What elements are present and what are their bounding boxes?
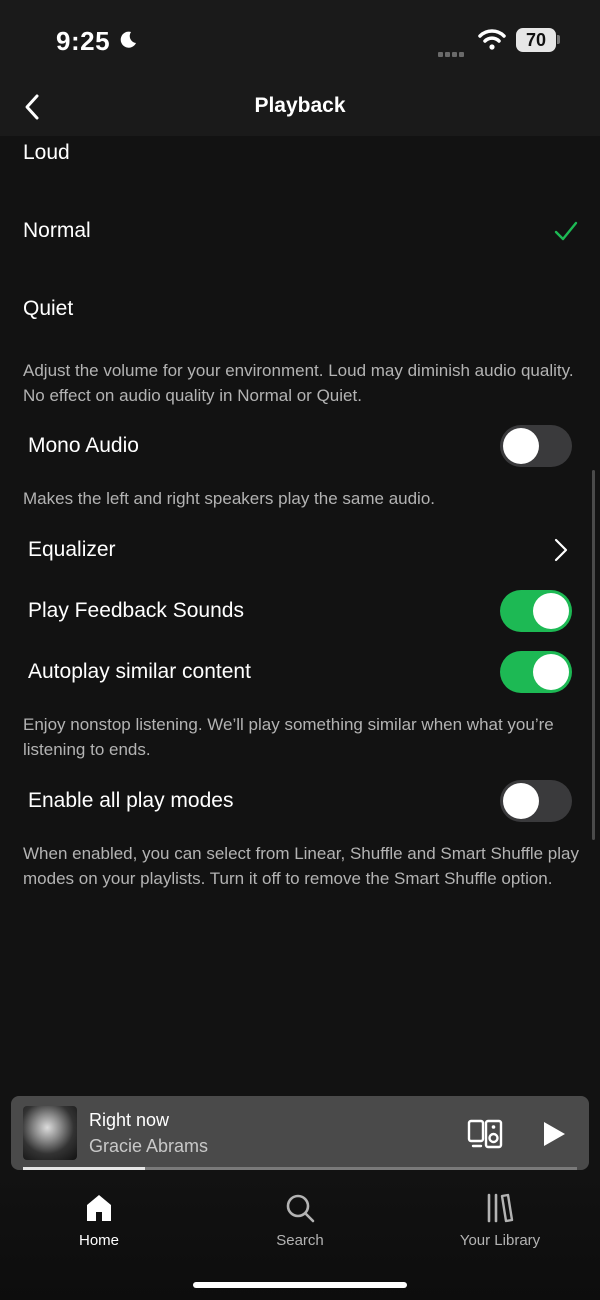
moon-icon xyxy=(120,31,136,48)
mini-player[interactable]: Right now Gracie Abrams xyxy=(11,1096,589,1170)
status-time: 9:25 xyxy=(56,26,111,56)
toggle-knob xyxy=(533,654,569,690)
autoplay-description: Enjoy nonstop listening. We’ll play some… xyxy=(23,715,554,759)
toggle-knob xyxy=(533,593,569,629)
toggle-knob xyxy=(503,428,539,464)
nav-library[interactable]: Your Library xyxy=(420,1192,580,1249)
album-art xyxy=(23,1106,77,1160)
play-modes-label: Enable all play modes xyxy=(28,789,234,812)
wifi-icon xyxy=(478,29,506,50)
nav-home-label: Home xyxy=(78,1232,119,1249)
nav-search[interactable]: Search xyxy=(220,1192,380,1249)
play-modes-toggle[interactable] xyxy=(500,780,572,822)
autoplay-toggle[interactable] xyxy=(500,651,572,693)
toggle-knob xyxy=(503,783,539,819)
header: Playback xyxy=(0,80,600,136)
play-modes-description: When enabled, you can select from Linear… xyxy=(23,844,579,888)
track-artist: Gracie Abrams xyxy=(89,1136,209,1156)
chevron-right-icon[interactable] xyxy=(552,538,570,562)
battery-indicator: 70 xyxy=(516,28,556,52)
cellular-signal-icon xyxy=(438,44,466,62)
bottom-nav: Home Search Your Library xyxy=(0,1170,600,1300)
feedback-sounds-label: Play Feedback Sounds xyxy=(28,599,244,622)
checkmark-icon xyxy=(554,221,578,241)
nav-home[interactable]: Home xyxy=(19,1192,179,1249)
play-icon[interactable] xyxy=(541,1120,567,1148)
volume-option-normal[interactable]: Normal xyxy=(23,219,91,243)
volume-option-loud[interactable]: Loud xyxy=(23,141,70,165)
home-icon xyxy=(87,1195,111,1221)
mono-audio-toggle[interactable] xyxy=(500,425,572,467)
nav-search-label: Search xyxy=(276,1232,324,1249)
volume-description: Adjust the volume for your environment. … xyxy=(23,361,574,405)
search-icon xyxy=(286,1194,315,1223)
mono-audio-description: Makes the left and right speakers play t… xyxy=(23,489,436,508)
autoplay-label: Autoplay similar content xyxy=(28,660,251,683)
feedback-sounds-toggle[interactable] xyxy=(500,590,572,632)
track-title: Right now xyxy=(89,1110,170,1130)
battery-nub xyxy=(557,35,560,44)
status-bar: 9:25 70 xyxy=(0,0,600,80)
connect-devices-icon[interactable] xyxy=(467,1118,503,1150)
mono-audio-label: Mono Audio xyxy=(28,434,139,457)
page-title: Playback xyxy=(254,94,346,117)
nav-library-label: Your Library xyxy=(459,1232,541,1249)
scrollbar[interactable] xyxy=(592,470,595,840)
volume-option-quiet[interactable]: Quiet xyxy=(23,297,73,321)
library-icon xyxy=(487,1193,514,1223)
home-indicator xyxy=(193,1282,407,1288)
equalizer-label[interactable]: Equalizer xyxy=(28,538,116,562)
